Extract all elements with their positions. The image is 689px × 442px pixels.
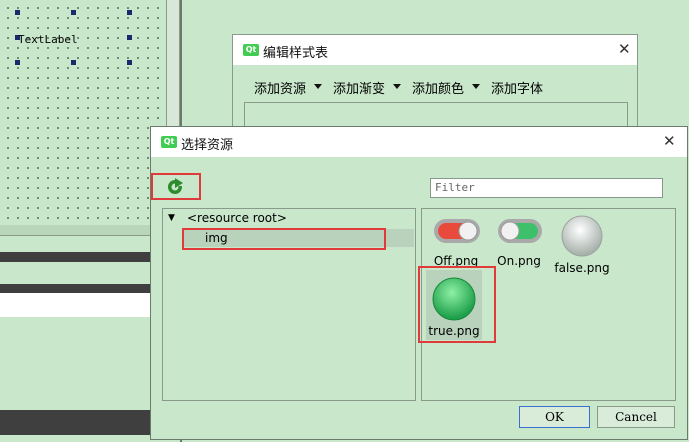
tree-root-item[interactable]: <resource root> bbox=[187, 211, 287, 225]
dialog-titlebar: Qt 编辑样式表 ✕ bbox=[233, 35, 637, 65]
chevron-down-icon[interactable] bbox=[314, 84, 322, 89]
resize-handle[interactable] bbox=[127, 60, 132, 65]
stylesheet-editor[interactable] bbox=[244, 102, 628, 128]
panel-strip bbox=[0, 225, 152, 236]
add-resource-menu[interactable]: 添加资源 bbox=[254, 78, 306, 97]
resize-handle[interactable] bbox=[71, 60, 76, 65]
panel-strip-dark bbox=[0, 284, 152, 293]
add-gradient-menu[interactable]: 添加渐变 bbox=[333, 78, 385, 97]
toggle-on-icon bbox=[498, 219, 542, 243]
designer-canvas[interactable]: TextLabel bbox=[0, 0, 166, 225]
dialog-titlebar: Qt 选择资源 ✕ bbox=[151, 127, 687, 157]
file-label[interactable]: false.png bbox=[552, 261, 612, 275]
add-color-menu[interactable]: 添加颜色 bbox=[412, 78, 464, 97]
close-icon[interactable]: ✕ bbox=[663, 132, 676, 150]
dialog-title: 编辑样式表 bbox=[263, 46, 329, 61]
chevron-down-icon[interactable]: ▼ bbox=[168, 213, 175, 223]
resize-handle[interactable] bbox=[15, 10, 20, 15]
resize-handle[interactable] bbox=[15, 60, 20, 65]
panel-strip-light bbox=[0, 293, 152, 317]
highlight-box bbox=[182, 228, 386, 250]
qt-logo-icon: Qt bbox=[243, 44, 259, 56]
highlight-box bbox=[418, 266, 496, 343]
qt-logo-icon: Qt bbox=[161, 136, 177, 148]
close-icon[interactable]: ✕ bbox=[618, 40, 631, 58]
file-label[interactable]: On.png bbox=[495, 254, 543, 268]
ok-button[interactable]: OK bbox=[519, 406, 590, 428]
dialog-title: 选择资源 bbox=[181, 138, 234, 153]
toggle-off-icon bbox=[434, 219, 480, 243]
resize-handle[interactable] bbox=[71, 10, 76, 15]
text-label-widget[interactable]: TextLabel bbox=[18, 33, 78, 46]
chevron-down-icon[interactable] bbox=[472, 84, 480, 89]
cancel-button[interactable]: Cancel bbox=[597, 406, 675, 428]
resize-handle[interactable] bbox=[127, 10, 132, 15]
panel-strip-dark bbox=[0, 410, 152, 435]
panel-strip-dark bbox=[0, 252, 152, 262]
chevron-down-icon[interactable] bbox=[393, 84, 401, 89]
add-font-menu[interactable]: 添加字体 bbox=[491, 78, 543, 97]
refresh-icon bbox=[168, 178, 183, 194]
resize-handle[interactable] bbox=[127, 35, 132, 40]
filter-input[interactable]: Filter bbox=[430, 178, 663, 198]
grey-ball-icon bbox=[561, 215, 603, 257]
reload-button[interactable] bbox=[151, 173, 201, 200]
